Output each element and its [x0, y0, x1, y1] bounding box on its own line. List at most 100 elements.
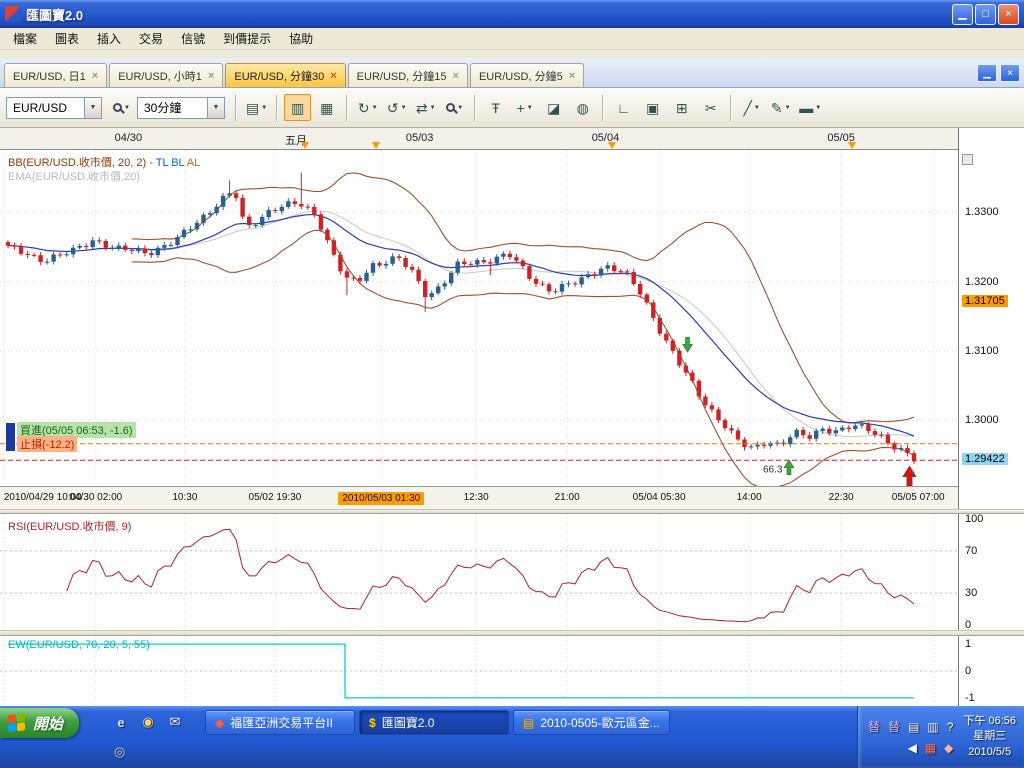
time-axis-label: 10:30	[172, 492, 198, 503]
highlighter-button[interactable]: ▬ ▼	[796, 94, 824, 121]
time-axis-label: 04/30 02:00	[69, 492, 123, 503]
panel-resize-handle[interactable]	[0, 630, 1024, 636]
chevron-down-icon: ▼	[261, 104, 268, 111]
start-button[interactable]: 開始	[0, 708, 80, 738]
buy-signal-arrow-icon	[783, 459, 795, 475]
chevron-down-icon: ▼	[400, 104, 407, 111]
minimize-button[interactable]: ▁	[952, 3, 973, 25]
rsi-axis-label: 0	[965, 618, 972, 631]
taskbar: 開始 e ◉ ✉ ◎ ◆ 福匯亞洲交易平台II $ 匯圖寶2.0 ▤ 2010-0505-歐元…	[0, 706, 1024, 768]
tab-close-icon[interactable]: ×	[208, 70, 214, 82]
ie-icon[interactable]: e	[112, 713, 130, 731]
menu-item[interactable]: 圖表	[46, 27, 88, 50]
menu-item[interactable]: 到價提示	[214, 27, 280, 50]
world-button[interactable]: ◍	[569, 94, 596, 121]
tab-close-icon[interactable]: ×	[92, 70, 98, 82]
chart-tab[interactable]: EUR/USD, 小時1 ×	[109, 63, 224, 87]
new-chart-button[interactable]: ▤ ▼	[243, 94, 270, 121]
scissors-button[interactable]: ✂	[697, 94, 724, 121]
indicator-search-button[interactable]: ▼	[108, 94, 135, 121]
trendline-button-glyph: ╱	[743, 99, 752, 116]
magnifier-icon	[113, 103, 123, 112]
panel-resize-handle[interactable]	[0, 509, 1024, 514]
chart-close-button[interactable]: ×	[1000, 64, 1020, 82]
signal-scan-button[interactable]: ↺ ▼	[383, 94, 410, 121]
price-axis-label: 1.3100	[965, 344, 999, 357]
data-table-button[interactable]: ▦	[313, 94, 340, 121]
script-run-button[interactable]: ↻ ▼	[354, 94, 381, 121]
mail-icon[interactable]: ✉	[166, 713, 184, 731]
export-image-button[interactable]: ⊞	[668, 94, 695, 121]
close-button[interactable]: ×	[998, 3, 1019, 25]
window-titlebar[interactable]: 匯圖寶2.0 ▁ □ ×	[0, 0, 1024, 28]
price-axis-label: 1.3200	[965, 275, 999, 288]
chevron-down-icon[interactable]: ▼	[84, 97, 101, 118]
messenger-icon[interactable]: ◎	[114, 744, 125, 760]
tab-close-icon[interactable]: ×	[569, 70, 575, 82]
period-select[interactable]: 30分鐘 ▼	[137, 96, 225, 119]
menu-item[interactable]: 插入	[88, 27, 130, 50]
taskbar-task-button[interactable]: ▤ 2010-0505-歐元區金...	[513, 710, 670, 735]
symbol-select[interactable]: EUR/USD ▼	[6, 96, 102, 119]
tray-icon[interactable]: ?	[947, 720, 954, 734]
candlestick-view-button[interactable]: ▥	[284, 94, 312, 121]
marker-value-label: 66.3	[763, 465, 783, 476]
new-chart-button-glyph: ▤	[246, 99, 260, 116]
menu-item[interactable]: 交易	[130, 27, 172, 50]
ruler-button[interactable]: ∟	[610, 94, 637, 121]
tray-icon[interactable]: 替	[888, 720, 900, 734]
chart-minimize-button[interactable]: ▁	[977, 64, 997, 82]
toolbar-separator	[730, 94, 733, 121]
maximize-button[interactable]: □	[975, 3, 996, 25]
strategy-test-button[interactable]: ⇄ ▼	[412, 94, 439, 121]
interval-marker-button[interactable]: Ŧ	[482, 94, 509, 121]
tray-icon[interactable]: ▦	[925, 741, 936, 755]
tray-icon[interactable]: ◀	[908, 741, 917, 755]
time-axis-label: 14:00	[736, 492, 762, 503]
snapshot-button[interactable]: ▣	[639, 94, 666, 121]
chart-tabs: EUR/USD, 日1 × EUR/USD, 小時1 × EUR/USD, 分鐘30 × E…	[4, 63, 586, 87]
chart-tab[interactable]: EUR/USD, 分鐘15 ×	[347, 63, 468, 87]
menu-item[interactable]: 協助	[280, 27, 322, 50]
toolbar-separator	[474, 94, 477, 121]
chart-tab[interactable]: EUR/USD, 分鐘30 ×	[225, 63, 346, 87]
tray-icon[interactable]: 替	[868, 720, 880, 734]
toolbar-separator	[346, 94, 349, 121]
tray-icon[interactable]: ▤	[908, 720, 919, 734]
chevron-down-icon[interactable]: ▼	[207, 97, 224, 118]
magnifier-icon	[446, 103, 456, 112]
price-axis-label: 1.3000	[965, 414, 999, 427]
menu-item[interactable]: 信號	[172, 27, 214, 50]
rsi-legend: RSI(EUR/USD.收市價, 9)	[8, 521, 132, 533]
tab-label: EUR/USD, 分鐘15	[356, 70, 447, 83]
tab-close-icon[interactable]: ×	[330, 70, 336, 82]
chart-tab[interactable]: EUR/USD, 日1 ×	[4, 63, 108, 87]
toolbar-separator	[602, 94, 605, 121]
quick-launch: e ◉ ✉	[112, 713, 184, 731]
taskbar-task-button[interactable]: $ 匯圖寶2.0	[359, 710, 509, 735]
pencil-button[interactable]: ✎ ▼	[767, 94, 794, 121]
media-player-icon[interactable]: ◉	[139, 713, 157, 731]
menu-item[interactable]: 檔案	[4, 27, 46, 50]
tray-icon[interactable]: ◆	[944, 741, 953, 755]
chevron-down-icon: ▼	[124, 104, 130, 111]
tray-icon[interactable]: ▥	[927, 720, 938, 734]
eraser-button-glyph: ◪	[547, 99, 561, 116]
strategy-test-button-glyph: ⇄	[415, 99, 428, 116]
scale-lock-button[interactable]	[962, 154, 973, 165]
trade-marker-bar	[6, 423, 15, 451]
tab-close-icon[interactable]: ×	[453, 70, 459, 82]
zoom-button[interactable]: ▼	[441, 94, 468, 121]
taskbar-task-button[interactable]: ◆ 福匯亞洲交易平台II	[205, 710, 355, 735]
crosshair-button[interactable]: + ▼	[511, 94, 538, 121]
snapshot-button-glyph: ▣	[646, 99, 660, 116]
eraser-button[interactable]: ◪	[540, 94, 567, 121]
time-axis-label: 05/02 19:30	[248, 492, 302, 503]
rsi-chart[interactable]	[0, 514, 958, 630]
ew-axis-label: -1	[965, 691, 975, 704]
price-chart[interactable]: 66.3	[0, 150, 958, 486]
trendline-button[interactable]: ╱ ▼	[738, 94, 765, 121]
chart-tab[interactable]: EUR/USD, 分鐘5 ×	[469, 63, 585, 87]
chevron-down-icon: ▼	[784, 104, 791, 111]
clock-text: 星期三	[973, 730, 1007, 743]
